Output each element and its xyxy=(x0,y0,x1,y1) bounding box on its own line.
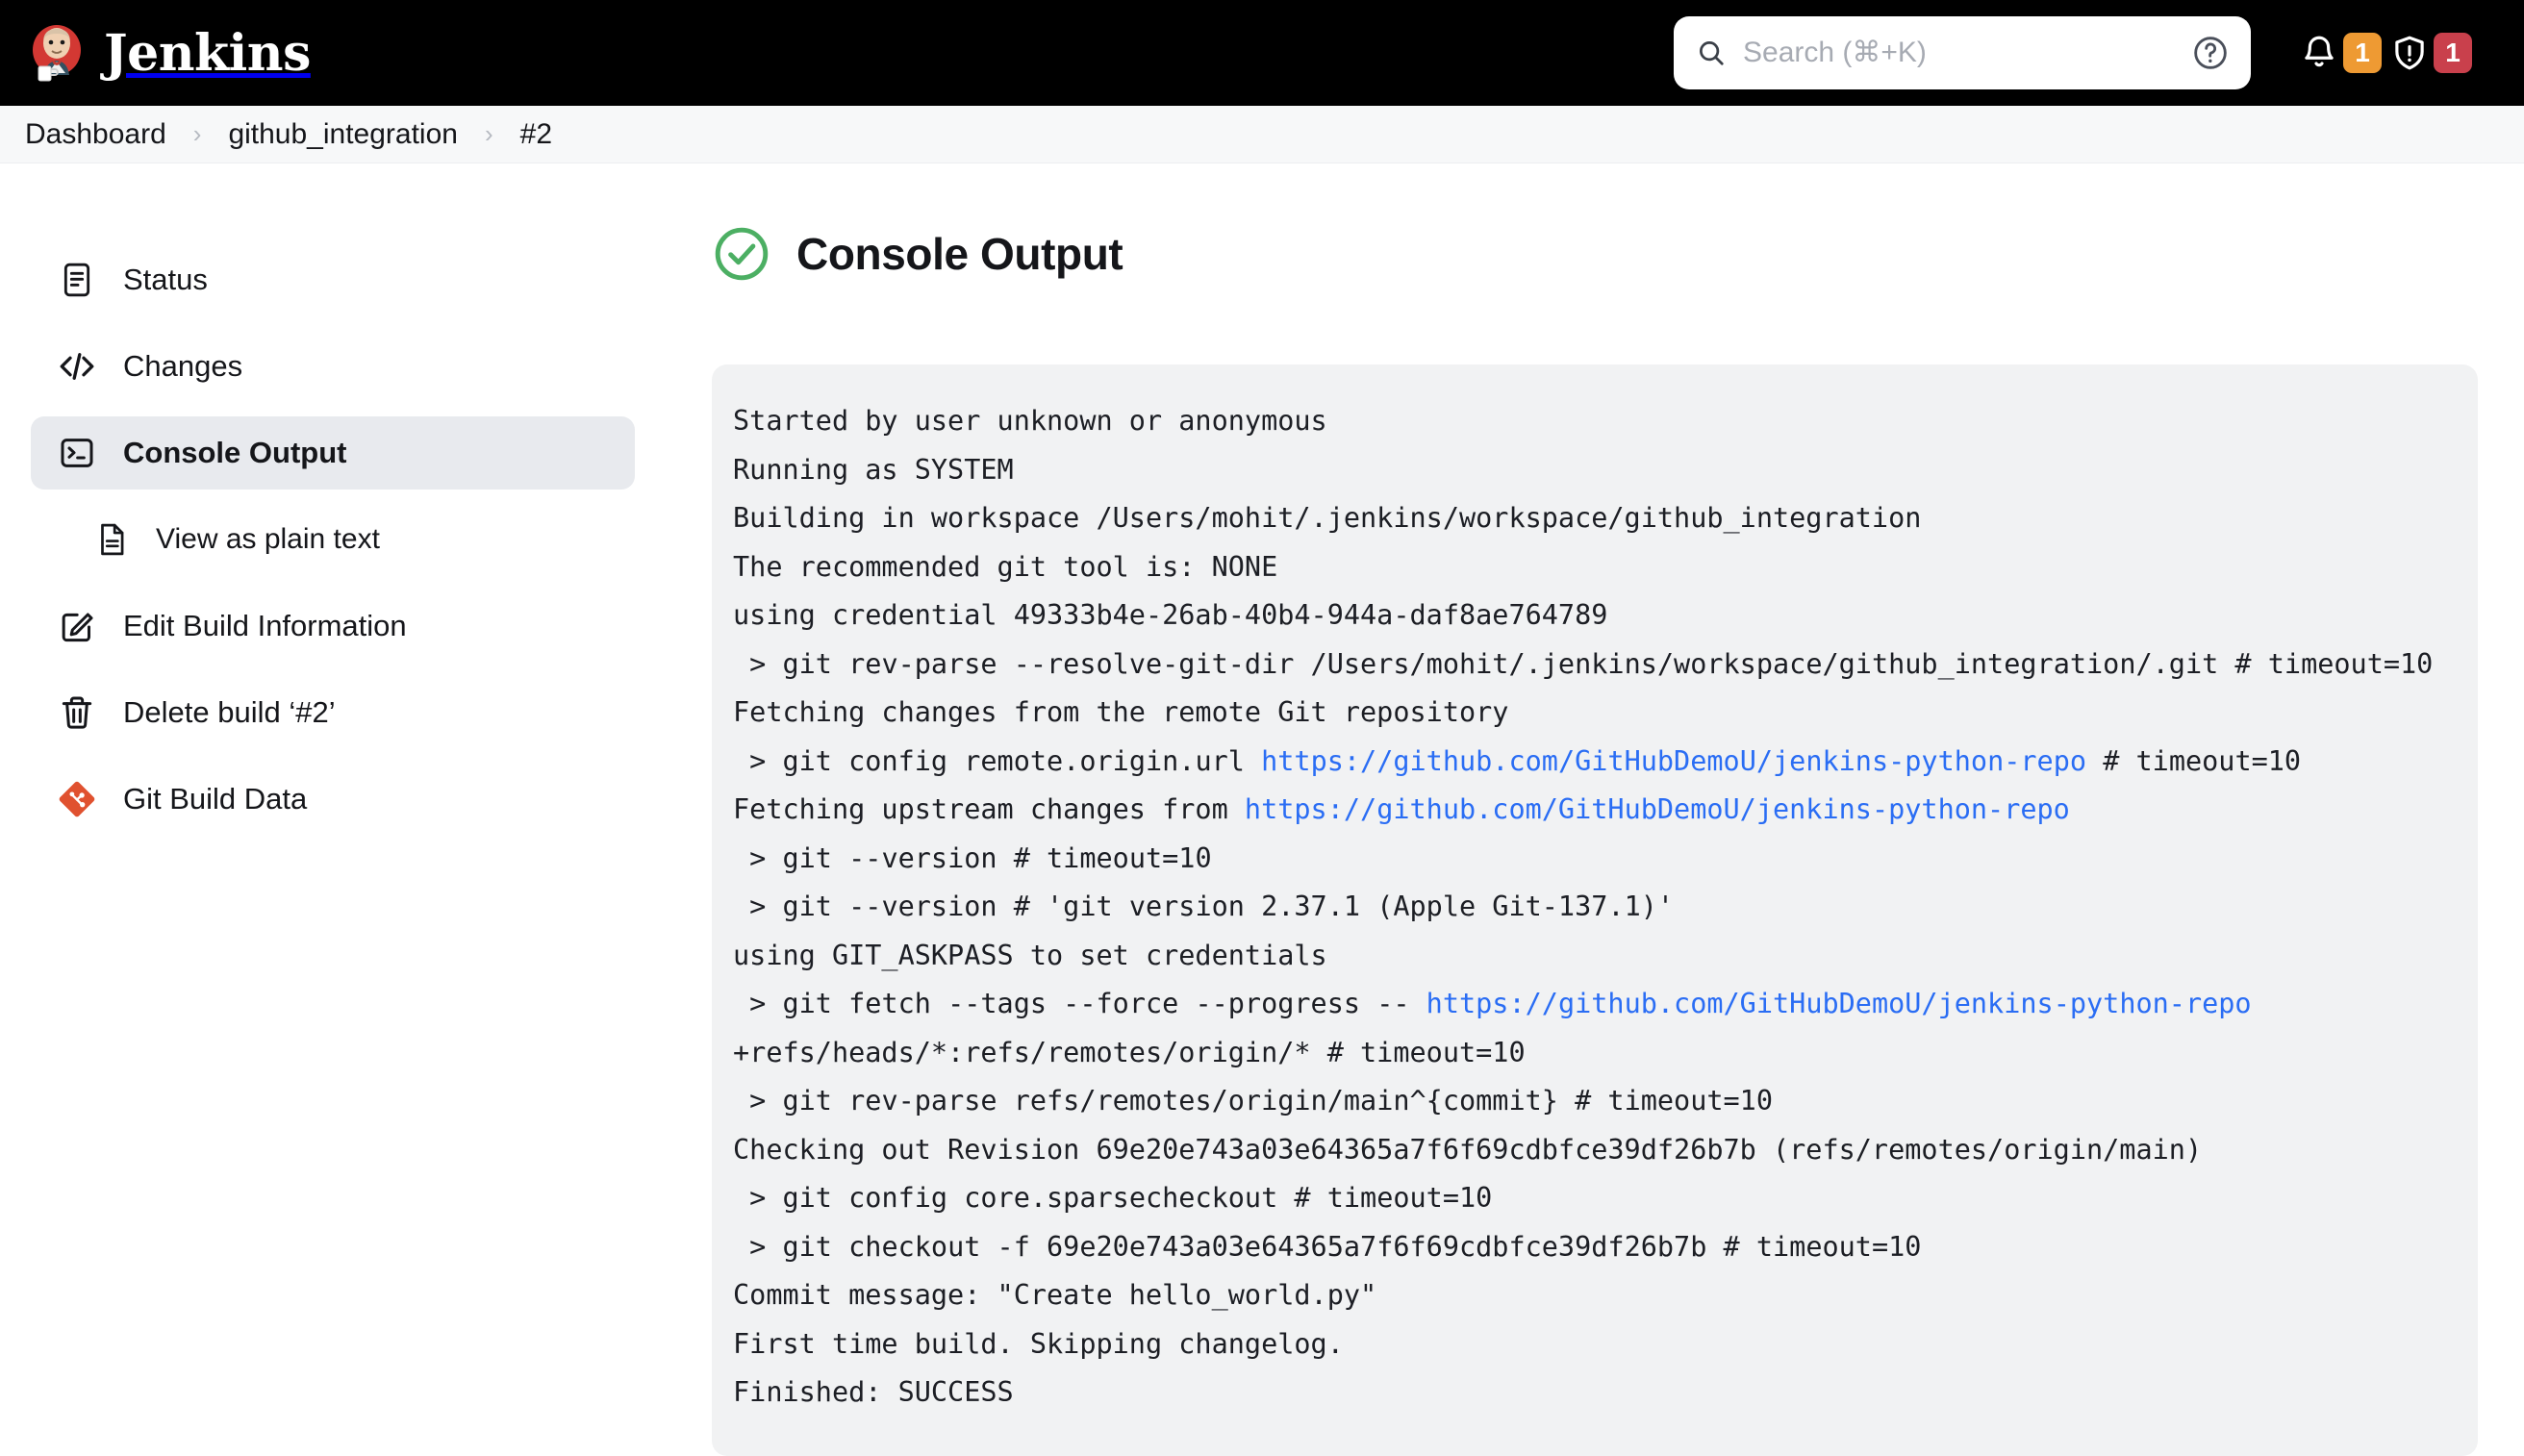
notifications-button[interactable]: 1 xyxy=(2299,33,2382,73)
sidebar-item-status[interactable]: Status xyxy=(31,243,635,316)
console-link[interactable]: https://github.com/GitHubDemoU/jenkins-p… xyxy=(1426,988,2252,1019)
sidebar-item-label: Git Build Data xyxy=(123,782,308,816)
brand-title: Jenkins xyxy=(104,23,311,83)
top-header-bar: Jenkins 1 xyxy=(0,0,2524,106)
sidebar-item-edit-build-information[interactable]: Edit Build Information xyxy=(31,590,635,663)
terminal-icon xyxy=(56,432,98,474)
breadcrumb-item-build[interactable]: #2 xyxy=(520,118,552,151)
breadcrumb-separator: › xyxy=(192,119,202,148)
breadcrumb-separator: › xyxy=(484,119,493,148)
main-content: Console Output Started by user unknown o… xyxy=(712,164,2524,1456)
shield-alert-icon xyxy=(2389,33,2430,73)
sidebar-item-label: Edit Build Information xyxy=(123,609,407,642)
search-input[interactable] xyxy=(1743,37,2191,69)
sidebar-item-delete-build[interactable]: Delete build ‘#2’ xyxy=(31,676,635,749)
sidebar-item-view-as-plain-text[interactable]: View as plain text xyxy=(67,503,635,576)
trash-icon xyxy=(56,691,98,734)
sidebar-item-git-build-data[interactable]: Git Build Data xyxy=(31,763,635,836)
console-link[interactable]: https://github.com/GitHubDemoU/jenkins-p… xyxy=(1245,793,2070,825)
code-brackets-icon xyxy=(56,345,98,388)
console-link[interactable]: https://github.com/GitHubDemoU/jenkins-p… xyxy=(1261,745,2086,777)
sidebar-item-label: Status xyxy=(123,263,208,296)
bell-icon xyxy=(2299,33,2339,73)
page-body: Status Changes Console Output View as pl… xyxy=(0,164,2524,1456)
jenkins-butler-logo-icon xyxy=(25,21,88,85)
sidebar-item-label: Delete build ‘#2’ xyxy=(123,695,336,729)
build-sidebar: Status Changes Console Output View as pl… xyxy=(0,164,673,836)
check-circle-icon xyxy=(712,224,771,284)
header-status-icons: 1 1 xyxy=(2299,0,2480,106)
notifications-badge: 1 xyxy=(2343,33,2382,73)
page-title: Console Output xyxy=(796,229,1123,279)
search-icon xyxy=(1697,38,1726,67)
console-log-text: Started by user unknown or anonymous Run… xyxy=(733,405,2434,1408)
sidebar-item-changes[interactable]: Changes xyxy=(31,330,635,403)
security-badge: 1 xyxy=(2434,33,2472,73)
breadcrumb-item-dashboard[interactable]: Dashboard xyxy=(25,118,166,151)
sidebar-item-label: View as plain text xyxy=(156,523,380,555)
search-box[interactable] xyxy=(1674,16,2251,89)
edit-square-icon xyxy=(56,605,98,647)
breadcrumb: Dashboard › github_integration › #2 xyxy=(0,106,2524,163)
document-lines-icon xyxy=(56,259,98,301)
breadcrumb-item-job[interactable]: github_integration xyxy=(228,118,458,151)
sidebar-item-label: Changes xyxy=(123,349,243,383)
git-logo-icon xyxy=(56,778,98,820)
sidebar-item-label: Console Output xyxy=(123,436,347,469)
help-circle-icon[interactable] xyxy=(2191,34,2230,72)
console-output-panel[interactable]: Started by user unknown or anonymous Run… xyxy=(712,364,2478,1456)
plain-text-file-icon xyxy=(92,520,131,559)
security-button[interactable]: 1 xyxy=(2389,33,2472,73)
page-header: Console Output xyxy=(712,224,2524,284)
jenkins-home-link[interactable]: Jenkins xyxy=(25,21,311,85)
sidebar-item-console-output[interactable]: Console Output xyxy=(31,416,635,490)
